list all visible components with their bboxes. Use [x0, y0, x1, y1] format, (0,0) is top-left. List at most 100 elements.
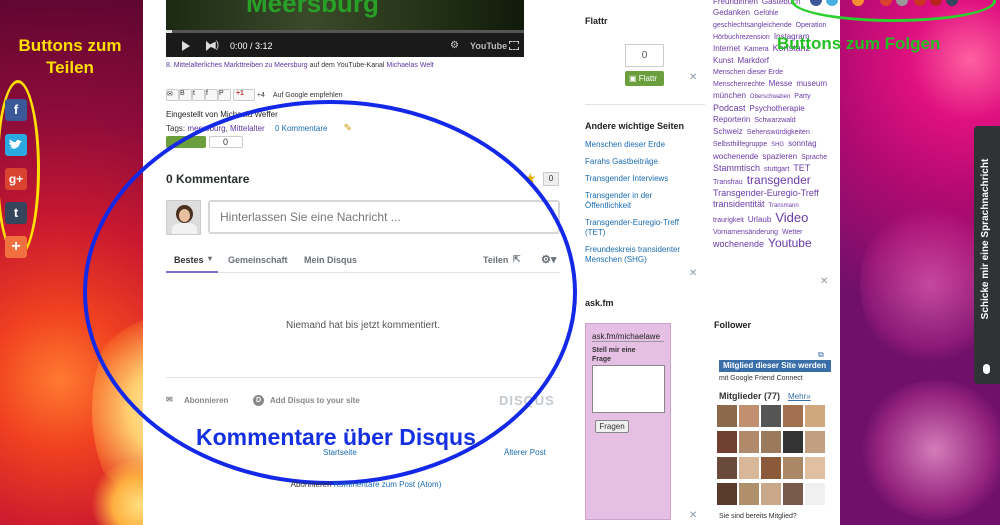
label-link[interactable]: Menschen dieser Erde: [713, 67, 783, 78]
member-avatar[interactable]: [761, 483, 781, 505]
member-avatar[interactable]: [761, 457, 781, 479]
label-link[interactable]: Gedanken: [713, 7, 750, 18]
label-link[interactable]: geschlechtsangleichende: [713, 20, 792, 31]
label-link[interactable]: Sprache: [801, 152, 827, 163]
label-link[interactable]: Youtube: [768, 237, 812, 249]
label-link[interactable]: Gefühle: [754, 8, 779, 19]
label-link[interactable]: sonntag: [788, 138, 816, 149]
home-link[interactable]: Startseite: [323, 448, 357, 457]
twitter-share-button[interactable]: [5, 134, 27, 156]
label-link[interactable]: Markdorf: [737, 55, 769, 66]
member-avatar[interactable]: [805, 483, 825, 505]
label-link[interactable]: Schwarzwald: [754, 115, 795, 126]
label-link[interactable]: Oberschwaben: [750, 92, 790, 103]
flattr-button[interactable]: ▣ Flattr: [625, 71, 664, 86]
label-link[interactable]: Schweiz: [713, 126, 743, 137]
member-avatar[interactable]: [761, 431, 781, 453]
more-members-link[interactable]: Mehr»: [788, 392, 811, 401]
google-plusone-button[interactable]: +1: [232, 89, 255, 101]
label-link[interactable]: wochenende: [713, 239, 764, 250]
pinterest-share-icon[interactable]: P: [218, 89, 231, 101]
older-post-link[interactable]: Älterer Post: [504, 448, 546, 457]
email-share-icon[interactable]: ✉: [166, 89, 179, 101]
member-avatar[interactable]: [783, 431, 803, 453]
youtube-follow-icon[interactable]: [930, 0, 942, 6]
pinterest-follow-icon[interactable]: [914, 0, 926, 6]
member-avatar[interactable]: [805, 457, 825, 479]
member-avatar[interactable]: [717, 431, 737, 453]
label-link[interactable]: Kamera: [744, 44, 769, 55]
label-link[interactable]: SHG: [771, 140, 784, 151]
channel-link[interactable]: Michaelas Welt: [386, 62, 433, 69]
label-link[interactable]: Hörbuchrezension: [713, 32, 770, 43]
more-share-button[interactable]: +: [5, 236, 27, 258]
fullscreen-icon[interactable]: [509, 41, 519, 50]
member-avatar[interactable]: [739, 457, 759, 479]
tumblr-follow-icon[interactable]: [946, 0, 958, 6]
label-link[interactable]: Freundinnen: [713, 0, 758, 7]
askfm-question-input[interactable]: [592, 365, 665, 413]
googleplus-share-button[interactable]: g+: [5, 168, 27, 190]
rss-follow-icon[interactable]: [852, 0, 864, 6]
label-link[interactable]: Transgender-Euregio-Treff: [713, 188, 819, 199]
label-link[interactable]: Psychotherapie: [750, 103, 805, 114]
twitter-follow-icon[interactable]: [826, 0, 838, 6]
askfm-submit-button[interactable]: Fragen: [595, 420, 629, 433]
atom-feed-link[interactable]: Kommentare zum Post (Atom): [334, 480, 442, 489]
label-link[interactable]: Party: [794, 91, 810, 102]
page-link[interactable]: Transgender-Euregio-Treff (TET): [585, 218, 697, 238]
twitter-share-icon[interactable]: t: [192, 89, 205, 101]
member-avatar[interactable]: [739, 483, 759, 505]
label-link[interactable]: Messe: [769, 78, 793, 89]
label-link[interactable]: Internet: [713, 43, 740, 54]
label-link[interactable]: Kunst: [713, 55, 733, 66]
label-link[interactable]: Podcast: [713, 103, 746, 114]
expand-icon[interactable]: ⧉: [818, 350, 824, 360]
label-link[interactable]: wochenende: [713, 151, 758, 162]
label-link[interactable]: Transfrau: [713, 177, 743, 188]
facebook-share-button[interactable]: f: [5, 99, 27, 121]
tools-icon[interactable]: ✕: [689, 72, 697, 83]
page-link[interactable]: Farahs Gastbeiträge: [585, 157, 697, 167]
page-link[interactable]: Transgender Interviews: [585, 174, 697, 184]
label-link[interactable]: Operation: [796, 20, 827, 31]
member-avatar[interactable]: [717, 483, 737, 505]
video-progress-bar[interactable]: [166, 30, 524, 33]
youtube-logo[interactable]: YouTube: [470, 41, 507, 51]
googleplus-follow-icon[interactable]: [880, 0, 892, 6]
label-link[interactable]: transidentität: [713, 199, 765, 210]
label-link[interactable]: transgender: [747, 174, 811, 186]
settings-icon[interactable]: ⚙: [450, 40, 459, 51]
youtube-video-player[interactable]: Meersburg ◀) 0:00 / 3:12 ⚙ YouTube: [166, 0, 524, 57]
label-link[interactable]: Sehenswürdigkeiten: [747, 127, 810, 138]
page-link[interactable]: Freundeskreis transidenter Menschen (SHG…: [585, 245, 697, 265]
blog-share-icon[interactable]: B: [179, 89, 192, 101]
label-link[interactable]: Video: [775, 211, 808, 224]
tools-icon[interactable]: ✕: [689, 268, 697, 279]
tools-icon[interactable]: ✕: [689, 510, 697, 521]
member-avatar[interactable]: [739, 405, 759, 427]
askfm-url[interactable]: ask.fm/michaelawe: [592, 332, 664, 342]
label-link[interactable]: münchen: [713, 90, 746, 101]
tools-icon[interactable]: ✕: [820, 276, 828, 287]
label-link[interactable]: traurigkeit: [713, 215, 744, 226]
email-follow-icon[interactable]: [896, 0, 908, 6]
join-site-button[interactable]: Mitglied dieser Site werden: [719, 360, 831, 372]
member-avatar[interactable]: [717, 457, 737, 479]
video-link[interactable]: 8. Mittelalterliches Markttreiben zu Mee…: [166, 62, 308, 69]
member-avatar[interactable]: [805, 431, 825, 453]
facebook-share-icon[interactable]: f: [205, 89, 218, 101]
label-link[interactable]: museum: [796, 78, 827, 89]
tumblr-share-button[interactable]: t: [5, 202, 27, 224]
label-link[interactable]: Reporterin: [713, 114, 750, 125]
member-avatar[interactable]: [783, 483, 803, 505]
facebook-follow-icon[interactable]: [810, 0, 822, 6]
member-avatar[interactable]: [761, 405, 781, 427]
page-link[interactable]: Menschen dieser Erde: [585, 140, 697, 150]
volume-icon[interactable]: ◀): [208, 40, 219, 51]
member-avatar[interactable]: [783, 405, 803, 427]
member-avatar[interactable]: [805, 405, 825, 427]
play-icon[interactable]: [182, 41, 190, 51]
member-avatar[interactable]: [783, 457, 803, 479]
label-link[interactable]: Selbsthilfegruppe: [713, 139, 767, 150]
